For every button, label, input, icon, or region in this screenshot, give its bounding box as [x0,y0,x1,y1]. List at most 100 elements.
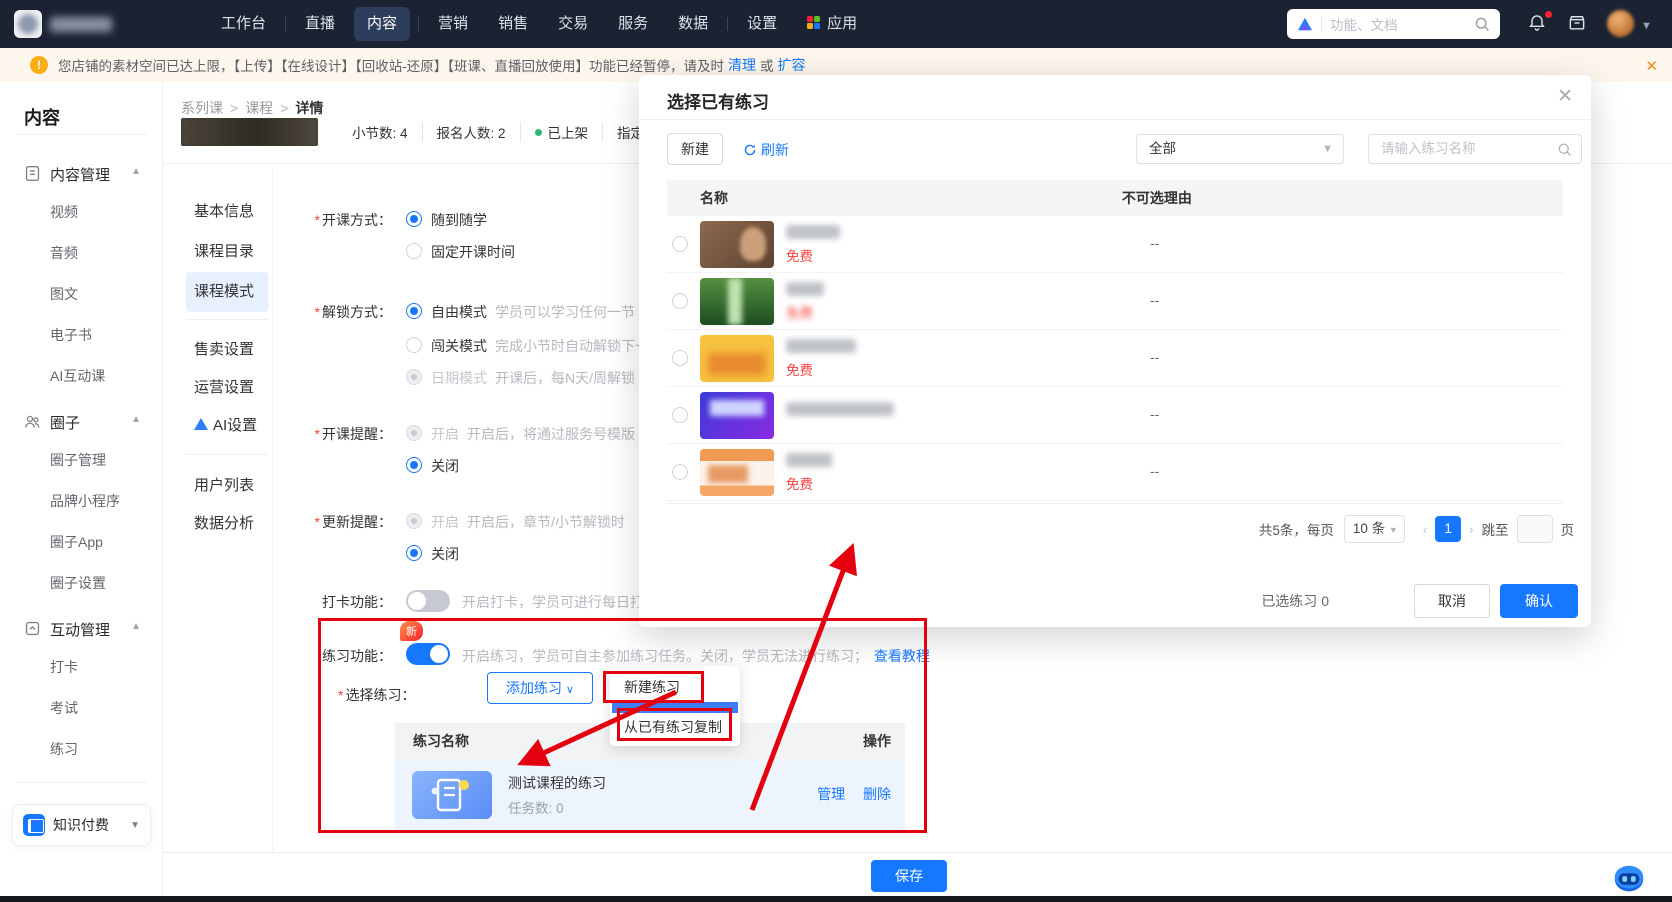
tab-basic-info[interactable]: 基本信息 [186,192,268,232]
nav-item-service[interactable]: 服务 [603,0,663,48]
sidebar-item-circle-mgmt[interactable]: 圈子管理 [50,450,106,470]
nav-item-marketing[interactable]: 营销 [423,0,483,48]
brand-logo[interactable] [14,10,42,38]
nav-item-trade[interactable]: 交易 [543,0,603,48]
sidebar-item-audio[interactable]: 音频 [50,243,78,263]
nav-item-data[interactable]: 数据 [663,0,723,48]
row-name-blurred [786,453,832,467]
sidebar-item-article[interactable]: 图文 [50,284,78,304]
banner-close-icon[interactable]: ✕ [1645,57,1658,75]
option-reminder-off[interactable]: 关闭 [431,456,459,476]
store-window-icon[interactable] [1567,13,1589,35]
row-radio[interactable] [672,293,688,309]
sidebar-item-exercise[interactable]: 练习 [50,739,78,759]
modal-filter-select[interactable]: 全部▼ [1136,134,1344,164]
page-size-select[interactable]: 10 条 ▼ [1344,515,1405,543]
chevron-up-icon[interactable]: ▲ [131,621,141,632]
delete-link[interactable]: 删除 [863,786,891,802]
nav-item-live[interactable]: 直播 [290,0,350,48]
current-page-button[interactable]: 1 [1435,516,1461,542]
user-menu-chevron-icon[interactable]: ▼ [1641,20,1652,32]
col-unselectable-reason: 不可选理由 [1122,190,1192,206]
select-exercise-modal: 选择已有练习 ✕ 新建 刷新 全部▼ 请输入练习名称 名称 不可选理由 免费 -… [639,75,1591,627]
sidebar-item-circle-app[interactable]: 圈子App [50,532,103,552]
expand-link[interactable]: 扩容 [778,55,806,75]
view-tutorial-link[interactable]: 查看教程 [874,648,930,664]
chevron-up-icon[interactable]: ▲ [131,414,141,425]
chevron-up-icon[interactable]: ▲ [131,166,141,177]
option-free-mode[interactable]: 自由模式学员可以学习任何一节 [431,302,635,322]
manage-link[interactable]: 管理 [817,786,845,802]
global-search-input[interactable]: 功能、文档 [1287,9,1500,39]
confirm-button[interactable]: 确认 [1500,584,1578,618]
next-page-icon[interactable]: › [1469,522,1473,537]
tab-user-list[interactable]: 用户列表 [186,466,268,506]
radio-free-mode[interactable] [406,303,422,319]
exercise-toggle[interactable] [406,643,450,665]
tab-operation-settings[interactable]: 运营设置 [186,368,268,408]
cancel-button[interactable]: 取消 [1414,584,1490,618]
sidebar-item-video[interactable]: 视频 [50,202,78,222]
sidebar-item-brand-miniprogram[interactable]: 品牌小程序 [50,491,120,511]
nav-item-settings[interactable]: 设置 [732,0,792,48]
tab-sales-settings[interactable]: 售卖设置 [186,330,268,370]
sidebar-section-interaction-mgmt[interactable]: 互动管理 ▲ [0,619,163,643]
app-window: 工作台 直播 内容 营销 销售 交易 服务 数据 设置 应用 功能、文档 [0,0,1672,902]
save-button[interactable]: 保存 [871,860,947,892]
user-avatar[interactable] [1607,10,1634,37]
new-badge: 新 [400,621,423,641]
assistant-robot-icon[interactable] [1610,860,1648,898]
radio-anytime[interactable] [406,211,422,227]
row-radio[interactable] [672,464,688,480]
notification-bell-icon[interactable] [1527,13,1549,35]
menu-item-new-exercise[interactable]: 新建练习 [610,670,740,704]
sidebar-item-checkin[interactable]: 打卡 [50,657,78,677]
search-icon[interactable] [1474,16,1490,32]
modal-search-input[interactable]: 请输入练习名称 [1368,134,1582,164]
refresh-icon [743,143,757,157]
breadcrumb-course[interactable]: 课程 [245,100,273,116]
sidebar-item-exam[interactable]: 考试 [50,698,78,718]
radio-update-off[interactable] [406,545,422,561]
knowledge-pay-switcher[interactable]: 知识付费 ▼ [12,804,151,846]
row-radio[interactable] [672,350,688,366]
modal-close-icon[interactable]: ✕ [1557,85,1573,108]
chevron-down-icon: ▼ [1322,135,1333,163]
option-fixed-time[interactable]: 固定开课时间 [431,242,515,262]
modal-new-button[interactable]: 新建 [667,133,723,165]
sidebar-section-circle[interactable]: 圈子 ▲ [0,412,163,436]
menu-item-copy-exercise[interactable]: 从已有练习复制 [610,710,740,744]
radio-fixed-time[interactable] [406,243,422,259]
clean-up-link[interactable]: 清理 [728,55,756,75]
sidebar-item-circle-settings[interactable]: 圈子设置 [50,573,106,593]
nav-item-sales[interactable]: 销售 [483,0,543,48]
row-radio[interactable] [672,236,688,252]
option-anytime[interactable]: 随到随学 [431,210,487,230]
sidebar-item-ebook[interactable]: 电子书 [50,325,92,345]
breadcrumb-series[interactable]: 系列课 [181,100,223,116]
nav-item-content[interactable]: 内容 [354,7,410,41]
option-level-mode[interactable]: 闯关模式完成小节时自动解锁下一 [431,336,649,356]
divider [272,170,273,902]
breadcrumb-sep: > [280,100,288,116]
sidebar-section-content-mgmt[interactable]: 内容管理 ▲ [0,164,163,188]
radio-level-mode[interactable] [406,337,422,353]
tab-course-mode[interactable]: 课程模式 [186,272,268,312]
nav-divider [418,17,419,31]
checkin-toggle[interactable] [406,590,450,612]
nav-item-apps[interactable]: 应用 [792,0,872,48]
row-radio[interactable] [672,407,688,423]
prev-page-icon[interactable]: ‹ [1423,522,1427,537]
switcher-label: 知识付费 [53,815,130,835]
nav-item-workbench[interactable]: 工作台 [206,0,281,48]
modal-refresh-button[interactable]: 刷新 [743,140,789,160]
radio-reminder-off[interactable] [406,457,422,473]
sidebar-item-ai-course[interactable]: AI互动课 [50,366,105,386]
tab-course-catalog[interactable]: 课程目录 [186,232,268,272]
jump-page-input[interactable] [1517,515,1553,543]
row-reason: -- [1150,349,1159,365]
add-exercise-button[interactable]: 添加练习 ∨ [487,672,593,704]
tab-ai-settings[interactable]: AI设置 [186,406,268,446]
tab-data-analysis[interactable]: 数据分析 [186,504,268,544]
option-update-off[interactable]: 关闭 [431,544,459,564]
